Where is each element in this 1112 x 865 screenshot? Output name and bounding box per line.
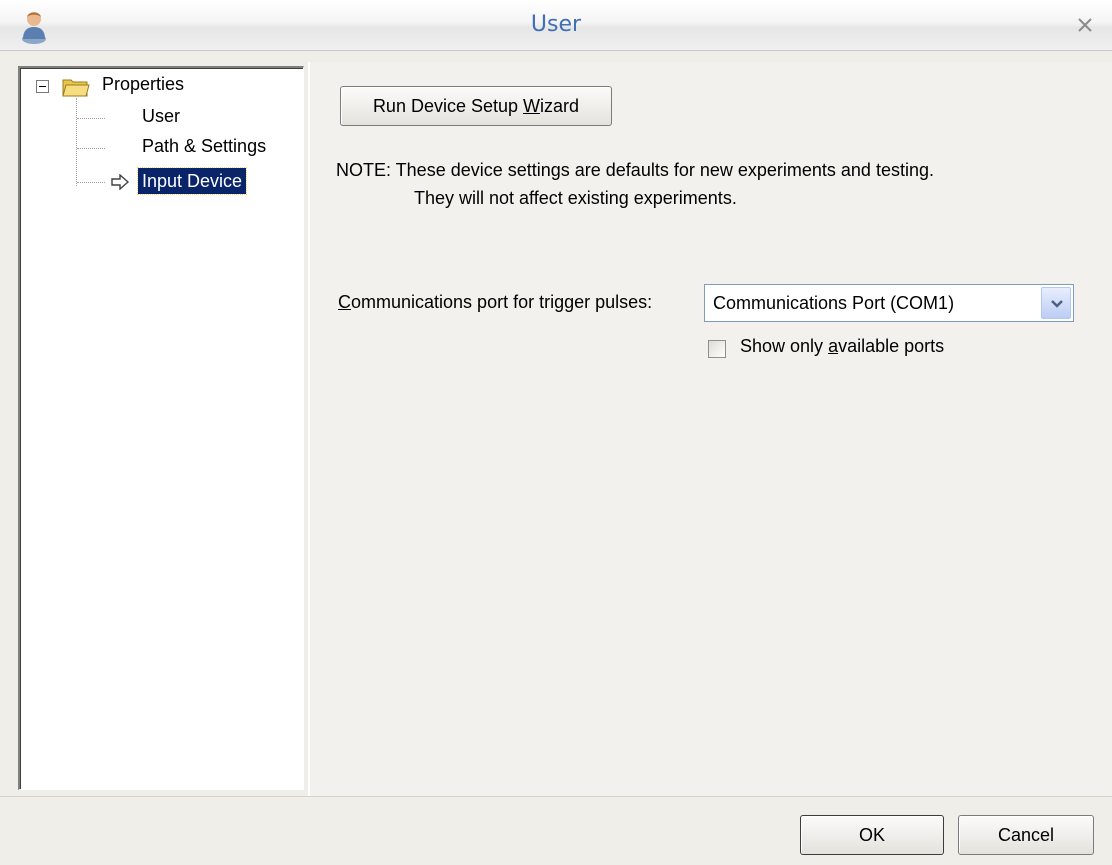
chevron-down-icon [1051, 300, 1063, 308]
title-bar[interactable]: User [0, 0, 1112, 51]
property-tree[interactable]: Properties User Path & Settings Input De… [18, 66, 304, 790]
user-dialog: User Properties User Path & Settings Inp… [0, 0, 1112, 865]
port-label-mnemonic: C [338, 292, 351, 312]
communications-port-label: Communications port for trigger pulses: [338, 292, 652, 313]
tree-connector [76, 98, 77, 186]
note-text-continued: They will not affect existing experiment… [414, 188, 737, 208]
checkbox-label-mnemonic: a [828, 336, 839, 356]
tree-connector [77, 118, 105, 119]
checkbox-label-pre: Show only [740, 336, 829, 356]
tree-connector [77, 182, 105, 183]
settings-panel: Run Device Setup Wizard NOTE: These devi… [308, 62, 1112, 796]
dropdown-selected-value: Communications Port (COM1) [713, 293, 955, 313]
dropdown-toggle[interactable] [1041, 287, 1071, 319]
tree-item-path-settings[interactable]: Path & Settings [142, 136, 266, 157]
checkbox-label-post: vailable ports [838, 336, 945, 356]
wizard-label-mnemonic: W [523, 96, 541, 116]
tree-connector [77, 148, 105, 149]
wizard-label-pre: Run Device Setup [372, 96, 524, 116]
ok-button[interactable]: OK [800, 815, 944, 855]
cancel-button[interactable]: Cancel [958, 815, 1094, 855]
folder-open-icon [62, 76, 90, 98]
window-title: User [530, 12, 582, 37]
tree-root-properties[interactable]: Properties [102, 74, 184, 95]
run-device-setup-wizard-button[interactable]: Run Device Setup Wizard [340, 86, 612, 126]
close-icon [1078, 18, 1092, 32]
communications-port-dropdown[interactable]: Communications Port (COM1) [704, 284, 1074, 322]
note-text: NOTE: These device settings are defaults… [336, 160, 934, 180]
tree-item-input-device[interactable]: Input Device [136, 167, 248, 195]
arrow-right-icon [110, 173, 130, 191]
minus-expander-icon[interactable] [36, 80, 49, 93]
tree-item-user[interactable]: User [142, 106, 180, 127]
wizard-label-post: izard [540, 96, 580, 116]
show-available-ports-checkbox[interactable] [708, 340, 726, 358]
dialog-button-bar: OK Cancel [0, 796, 1112, 865]
close-button[interactable] [1070, 10, 1100, 40]
port-label-text: ommunications port for trigger pulses: [351, 292, 653, 312]
show-available-ports-label[interactable]: Show only available ports [740, 336, 944, 357]
